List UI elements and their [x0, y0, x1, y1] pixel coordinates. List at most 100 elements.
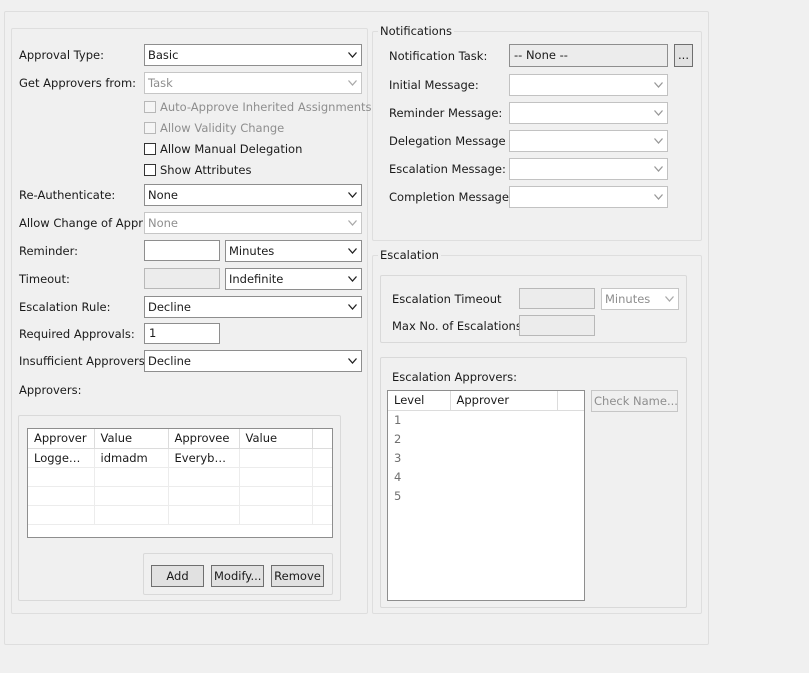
timeout-unit-value: Indefinite — [229, 272, 284, 286]
column-header-filler — [557, 391, 584, 411]
escalation-title: Escalation — [378, 248, 441, 262]
reminder-message-label: Reminder Message: — [389, 106, 503, 120]
max-escalations-input[interactable] — [519, 315, 595, 336]
approvers-table-header: Approver Value Approvee Value — [28, 429, 332, 449]
insufficient-approvers-label: Insufficient Approvers: — [19, 354, 149, 368]
table-row[interactable]: 1 — [388, 410, 584, 429]
remove-button[interactable]: Remove — [271, 565, 324, 587]
required-approvals-label: Required Approvals: — [19, 327, 135, 341]
chevron-down-icon — [653, 103, 663, 123]
allow-validity-change-label: Allow Validity Change — [160, 121, 285, 135]
required-approvals-input[interactable]: 1 — [144, 323, 220, 344]
reminder-label: Reminder: — [19, 244, 79, 258]
allow-manual-delegation-checkbox[interactable]: Allow Manual Delegation — [144, 142, 302, 156]
reminder-message-select[interactable] — [509, 102, 668, 124]
chevron-down-icon — [347, 351, 357, 371]
column-header[interactable]: Approver — [28, 429, 95, 449]
value-cell — [239, 448, 313, 468]
chevron-down-icon — [347, 73, 357, 93]
chevron-down-icon — [347, 269, 357, 289]
table-row[interactable]: 5 — [388, 486, 584, 505]
table-row-empty — [28, 505, 332, 525]
auto-approve-label: Auto-Approve Inherited Assignments — [160, 100, 372, 114]
timeout-label: Timeout: — [19, 272, 70, 286]
chevron-down-icon — [653, 187, 663, 207]
chevron-down-icon — [653, 131, 663, 151]
auto-approve-checkbox[interactable]: Auto-Approve Inherited Assignments — [144, 100, 372, 114]
level-cell: 1 — [394, 412, 402, 427]
escalation-rule-label: Escalation Rule: — [19, 300, 111, 314]
escalation-timeout-input[interactable] — [519, 288, 595, 309]
column-header[interactable]: Value — [239, 429, 313, 449]
allow-change-label: Allow Change of Appr: — [19, 216, 147, 230]
timeout-input[interactable] — [144, 268, 220, 289]
chevron-down-icon — [347, 45, 357, 65]
table-row-empty — [28, 486, 332, 506]
chevron-down-icon — [347, 297, 357, 317]
notification-task-browse-button[interactable]: ... — [674, 44, 693, 67]
delegation-message-select[interactable] — [509, 130, 668, 152]
value-cell: idmadm — [94, 448, 169, 468]
approvers-table[interactable]: Approver Value Approvee Value Logged-...… — [27, 428, 333, 538]
escalation-timeout-unit-select[interactable]: Minutes — [601, 288, 679, 310]
escalation-rule-value: Decline — [148, 300, 192, 314]
column-header-filler — [312, 429, 332, 449]
re-authenticate-select[interactable]: None — [144, 184, 362, 206]
approver-cell: Logged-... — [28, 448, 95, 468]
filler-cell — [312, 448, 332, 468]
chevron-down-icon — [347, 213, 357, 233]
table-row[interactable]: Logged-... idmadm Everybody — [28, 448, 332, 468]
show-attributes-checkbox[interactable]: Show Attributes — [144, 163, 251, 177]
checkbox-box — [144, 164, 156, 176]
table-row[interactable]: 2 — [388, 429, 584, 448]
modify-button[interactable]: Modify... — [211, 565, 264, 587]
escalation-table-header: Level Approver — [388, 391, 584, 411]
chevron-down-icon — [653, 159, 663, 179]
level-cell: 5 — [394, 488, 402, 503]
get-approvers-label: Get Approvers from: — [19, 76, 137, 90]
escalation-message-label: Escalation Message: — [389, 162, 506, 176]
reminder-input[interactable] — [144, 240, 220, 261]
allow-validity-change-checkbox[interactable]: Allow Validity Change — [144, 121, 284, 135]
chevron-down-icon — [347, 185, 357, 205]
approvee-cell: Everybody — [168, 448, 240, 468]
checkbox-box — [144, 122, 156, 134]
re-authenticate-label: Re-Authenticate: — [19, 188, 116, 202]
escalation-message-select[interactable] — [509, 158, 668, 180]
insufficient-approvers-select[interactable]: Decline — [144, 350, 362, 372]
chevron-down-icon — [347, 241, 357, 261]
allow-change-select[interactable]: None — [144, 212, 362, 234]
escalation-timeout-label: Escalation Timeout — [392, 292, 502, 306]
approval-type-value: Basic — [148, 48, 179, 62]
escalation-rule-select[interactable]: Decline — [144, 296, 362, 318]
approval-type-select[interactable]: Basic — [144, 44, 362, 66]
add-button[interactable]: Add — [151, 565, 204, 587]
column-header[interactable]: Approver — [450, 391, 558, 411]
table-row-empty — [28, 467, 332, 487]
completion-message-select[interactable] — [509, 186, 668, 208]
column-header[interactable]: Approvee — [168, 429, 240, 449]
initial-message-select[interactable] — [509, 74, 668, 96]
reminder-unit-select[interactable]: Minutes — [225, 240, 362, 262]
insufficient-approvers-value: Decline — [148, 354, 192, 368]
allow-manual-delegation-label: Allow Manual Delegation — [160, 142, 303, 156]
show-attributes-label: Show Attributes — [160, 163, 252, 177]
completion-message-label: Completion Message: — [389, 190, 513, 204]
checkbox-box — [144, 143, 156, 155]
delegation-message-label: Delegation Message — [389, 134, 506, 148]
table-row[interactable]: 3 — [388, 448, 584, 467]
timeout-unit-select[interactable]: Indefinite — [225, 268, 362, 290]
column-header[interactable]: Value — [94, 429, 169, 449]
allow-change-value: None — [148, 216, 179, 230]
get-approvers-select[interactable]: Task — [144, 72, 362, 94]
check-name-button[interactable]: Check Name... — [591, 390, 678, 412]
get-approvers-value: Task — [148, 76, 173, 90]
approvers-label: Approvers: — [19, 383, 82, 397]
table-row[interactable]: 4 — [388, 467, 584, 486]
column-header[interactable]: Level — [388, 391, 451, 411]
escalation-approvers-label: Escalation Approvers: — [392, 370, 518, 384]
chevron-down-icon — [664, 289, 674, 309]
notification-task-label: Notification Task: — [389, 49, 488, 63]
re-authenticate-value: None — [148, 188, 179, 202]
escalation-approvers-table[interactable]: Level Approver 1 2 3 4 5 — [387, 390, 585, 601]
